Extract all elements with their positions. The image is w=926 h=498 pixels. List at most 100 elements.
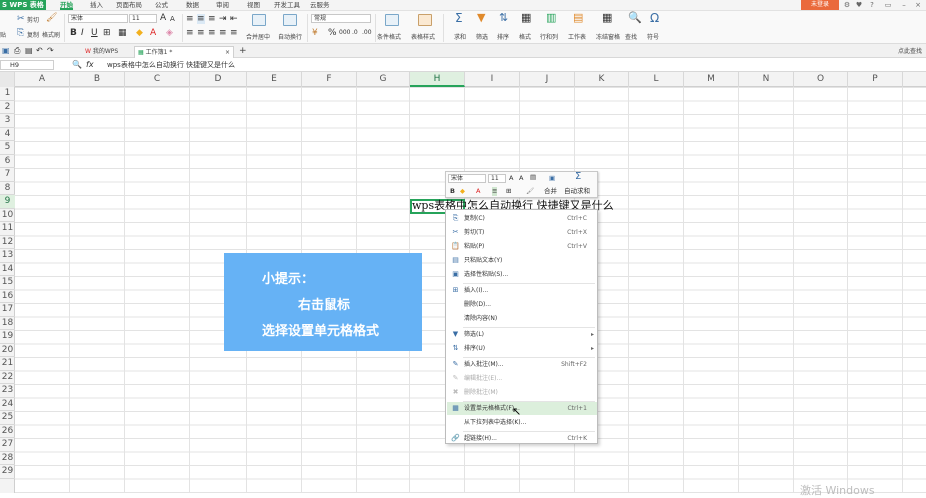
mini-font-select[interactable]: 宋体 [448,174,486,183]
context-menu-item[interactable]: ▼ 筛选(L) ▸ [447,328,597,341]
column-header[interactable]: J [520,72,575,87]
row-header[interactable]: 20 [0,344,15,357]
row-header[interactable]: 4 [0,128,15,141]
login-button[interactable]: 未登录 [801,0,839,10]
currency-icon[interactable]: ¥ [312,28,318,38]
save-icon[interactable]: ▣ [2,46,10,56]
mini-grow-font-icon[interactable]: A [509,174,513,183]
font-size-select[interactable]: 11 [129,14,157,23]
row-header[interactable]: 7 [0,168,15,182]
new-tab-button[interactable]: + [236,46,247,58]
undo-icon[interactable]: ↶ [36,46,43,56]
mini-border2-icon[interactable]: ⊞ [506,187,511,196]
context-menu-item[interactable]: ⇅ 排序(U) ▸ [447,342,597,355]
mini-sum-icon[interactable]: Σ [575,172,581,182]
mini-highlight-icon[interactable]: ◆ [460,187,465,196]
sort-button[interactable]: 排序 [497,32,509,41]
column-header[interactable]: D [190,72,247,87]
menu-formulas[interactable]: 公式 [155,0,168,10]
symbol-button[interactable]: 符号 [647,32,659,41]
skin-icon[interactable]: ♥ [855,1,863,9]
context-menu-item[interactable]: 删除(D)... [447,298,597,311]
row-header[interactable]: 3 [0,114,15,128]
context-menu-item[interactable]: ▤ 只粘贴文本(Y) [447,254,597,267]
sum-button[interactable]: 求和 [454,32,466,41]
tab-close-icon[interactable]: × [225,47,230,58]
row-header[interactable]: 23 [0,384,15,398]
align-middle-icon[interactable]: ≡ [197,14,205,24]
italic-icon[interactable]: I [81,28,84,38]
row-header[interactable]: 18 [0,317,15,330]
align-right-icon[interactable]: ≡ [208,28,216,38]
row-header[interactable]: 10 [0,209,15,222]
help-icon[interactable]: ? [868,1,876,9]
table-style-icon[interactable] [418,14,432,26]
outdent-icon[interactable]: ⇤ [230,14,238,24]
restore-icon[interactable]: ▭ [884,1,892,9]
column-header[interactable]: I [465,72,520,87]
menu-developer[interactable]: 开发工具 [274,0,300,10]
tab-workbook[interactable]: ▦ 工作簿1 * × [134,46,234,58]
mini-shrink-font-icon[interactable]: A [519,174,523,183]
function-icon[interactable]: fx [86,60,94,70]
column-header[interactable]: P [848,72,903,87]
zoom-icon[interactable]: 🔍 [72,60,82,70]
copy-icon[interactable]: ⎘ [17,28,24,38]
format-icon[interactable]: ▦ [521,12,531,23]
menu-page-layout[interactable]: 页面布局 [116,0,142,10]
cut-button[interactable]: 剪切 [27,15,39,24]
menu-data[interactable]: 数据 [186,0,199,10]
thousands-icon[interactable]: 000 [339,28,350,38]
context-menu-item[interactable]: 从下拉列表中选择(K)... [447,416,597,429]
conditional-format-icon[interactable] [385,14,399,26]
symbol-icon[interactable]: Ω [650,12,659,24]
filter-button[interactable]: 筛选 [476,32,488,41]
copy-button[interactable]: 复制 [27,30,39,39]
align-top-icon[interactable]: ≡ [186,14,194,24]
context-menu-item[interactable]: ▦ 设置单元格格式(F)... Ctrl+1 [447,402,597,415]
conditional-format-button[interactable]: 条件格式 [377,32,401,41]
freeze-panes-button[interactable]: 冻结窗格 [596,32,620,41]
row-col-icon[interactable]: ▥ [546,12,556,23]
formula-input[interactable]: wps表格中怎么自动换行 快捷键又是什么 [104,60,924,70]
indent-icon[interactable]: ⇥ [219,14,227,24]
row-header[interactable]: 25 [0,411,15,425]
mini-format-painter-icon[interactable]: 🖌 [526,187,534,196]
wrap-text-button[interactable]: 自动换行 [278,32,302,41]
row-header[interactable]: 28 [0,452,15,465]
format-painter-button[interactable]: 格式刷 [42,30,60,39]
context-menu-item[interactable]: ⊞ 插入(I)... [447,284,597,297]
close-icon[interactable]: × [914,1,922,9]
redo-icon[interactable]: ↷ [47,46,54,56]
find-icon[interactable]: 🔍 [628,12,642,23]
border-icon[interactable]: ⊞ [103,28,111,38]
merge-center-icon[interactable] [252,14,266,26]
context-menu-item[interactable]: ✎ 插入批注(M)... Shift+F2 [447,358,597,371]
row-header[interactable]: 24 [0,398,15,411]
tab-my-wps[interactable]: W 我的WPS [82,46,132,58]
row-header[interactable]: 22 [0,371,15,384]
row-header[interactable]: 2 [0,101,15,114]
mini-autosum-button[interactable]: 自动求和 [564,187,590,196]
sort-icon[interactable]: ⇅ [499,12,508,23]
percent-icon[interactable]: % [328,28,337,38]
row-header[interactable]: 19 [0,330,15,344]
row-header[interactable]: 1 [0,87,15,101]
app-menu-button[interactable]: S WPS 表格 [0,0,46,10]
format-painter-icon[interactable]: 🖌 [46,13,57,23]
grow-font-icon[interactable]: A [160,13,166,23]
row-header[interactable]: 17 [0,303,15,317]
shrink-font-icon[interactable]: A [170,14,175,24]
align-left-icon[interactable]: ≡ [186,28,194,38]
column-header[interactable]: C [125,72,190,87]
column-header[interactable]: E [247,72,302,87]
mini-border-icon[interactable]: ▤ [530,173,536,182]
wrap-text-icon[interactable] [283,14,297,26]
context-menu-item[interactable]: 清除内容(N) [447,312,597,325]
decrease-decimal-icon[interactable]: .00 [362,28,372,38]
filter-icon[interactable]: ▼ [477,12,485,23]
menu-insert[interactable]: 插入 [90,0,103,10]
row-header[interactable]: 26 [0,425,15,438]
name-box[interactable]: H9 [0,60,54,70]
context-menu-item[interactable]: 📋 粘贴(P) Ctrl+V [447,240,597,253]
